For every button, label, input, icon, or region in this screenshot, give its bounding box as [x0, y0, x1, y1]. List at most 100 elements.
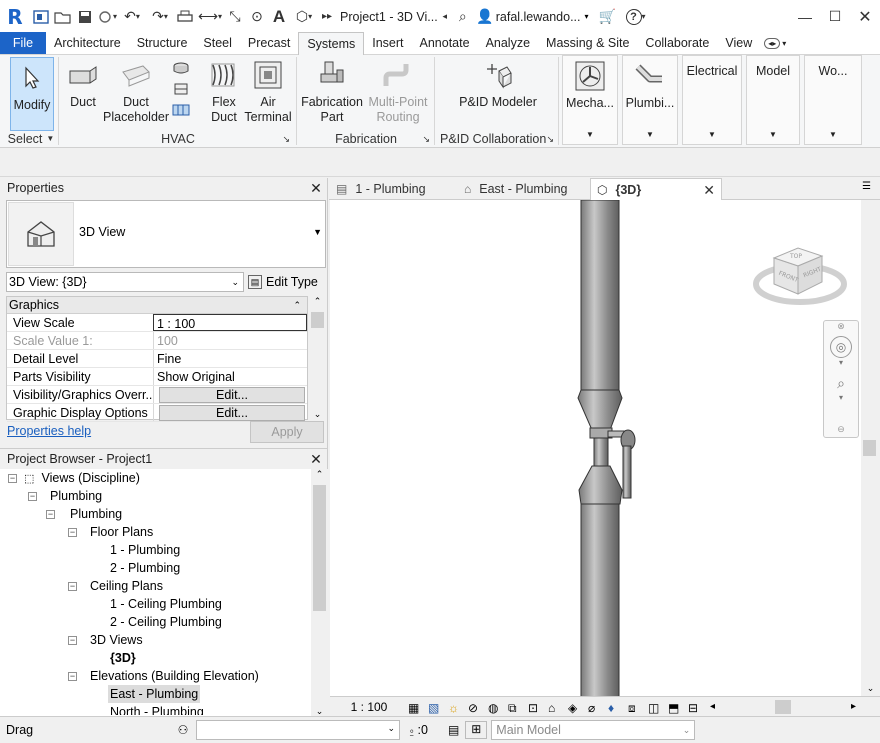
- tree-item-ceiling-plan-2[interactable]: 2 - Ceiling Plumbing: [110, 613, 222, 631]
- work-plane-panel-button[interactable]: Wo... ▼: [804, 55, 862, 145]
- collapse-icon[interactable]: −: [46, 510, 55, 519]
- editable-only-icon[interactable]: ⊞: [465, 721, 488, 739]
- title-scroll-left-icon[interactable]: ◂: [438, 6, 452, 28]
- pid-modeler-button[interactable]: P&ID Modeler: [440, 55, 556, 131]
- navbar-options-icon[interactable]: ⊖: [824, 424, 858, 435]
- flex-duct-button[interactable]: Flex Duct: [204, 55, 244, 131]
- tab-file[interactable]: File: [0, 32, 46, 54]
- shadows-icon[interactable]: ⊘: [468, 701, 482, 715]
- edit-type-button[interactable]: ▤ Edit Type: [248, 272, 318, 292]
- duct-fitting-icon[interactable]: [172, 61, 192, 78]
- reveal-constraints-icon[interactable]: ⊟: [688, 701, 702, 715]
- properties-scrollbar[interactable]: ⌃ ⌄: [309, 296, 326, 420]
- detail-level-icon[interactable]: ▦: [408, 701, 422, 715]
- text-icon[interactable]: A: [268, 6, 290, 28]
- tree-item-north-plumbing[interactable]: North - Plumbing: [110, 703, 204, 715]
- model-panel-button[interactable]: Model ▼: [746, 55, 800, 145]
- print-icon[interactable]: [174, 6, 196, 28]
- pipe-reducer-lower[interactable]: [578, 465, 623, 505]
- plumbing-panel-button[interactable]: Plumbi... ▼: [622, 55, 678, 145]
- tree-item-floor-plans[interactable]: Floor Plans: [90, 523, 153, 541]
- cart-icon[interactable]: 🛒: [597, 6, 619, 28]
- save-icon[interactable]: [74, 6, 96, 28]
- tree-item-east-plumbing[interactable]: East - Plumbing: [108, 685, 201, 703]
- wheel-dropdown-icon[interactable]: ▾: [824, 358, 858, 367]
- tab-precast[interactable]: Precast: [240, 32, 298, 54]
- panel-select[interactable]: Select ▼: [4, 131, 58, 148]
- user-name[interactable]: rafal.lewando...: [496, 10, 581, 24]
- tree-item-plumbing-subdiscipline[interactable]: Plumbing: [70, 505, 122, 523]
- detail-level-value[interactable]: Fine: [153, 350, 307, 367]
- viewcube[interactable]: TOP FRONT RIGHT: [750, 230, 860, 314]
- zoom-dropdown-icon[interactable]: ▾: [824, 393, 858, 402]
- fabrication-part-button[interactable]: Fabrication Part: [300, 55, 364, 131]
- close-window-icon[interactable]: ✕: [850, 6, 880, 28]
- vertical-pipe-upper[interactable]: [580, 200, 620, 391]
- workset-selector[interactable]: ⌄: [196, 720, 400, 740]
- ribbon-minimize-toggle-icon[interactable]: ◂▸ ▾: [760, 32, 790, 54]
- tree-item-floor-plan-1[interactable]: 1 - Plumbing: [110, 541, 180, 559]
- tree-item-elevations[interactable]: Elevations (Building Elevation): [90, 667, 259, 685]
- view-tab-3d[interactable]: ⬡ {3D} ✕: [590, 178, 722, 201]
- tab-steel[interactable]: Steel: [195, 32, 240, 54]
- zoom-region-icon[interactable]: ⌕: [830, 375, 852, 393]
- tab-architecture[interactable]: Architecture: [46, 32, 129, 54]
- properties-help-link[interactable]: Properties help: [7, 424, 91, 438]
- 3d-view-icon[interactable]: ⬡ ▾: [290, 6, 318, 28]
- close-view-tab-icon[interactable]: ✕: [703, 182, 715, 199]
- binoculars-icon[interactable]: ⌕: [452, 6, 474, 28]
- tree-item-3d-default[interactable]: {3D}: [110, 649, 136, 667]
- pipe-reducer-upper[interactable]: [577, 389, 623, 431]
- home-icon[interactable]: [30, 6, 52, 28]
- crop-view-icon[interactable]: ⧉: [508, 701, 522, 715]
- revit-logo[interactable]: R: [0, 5, 30, 29]
- user-dropdown-icon[interactable]: ▾: [585, 12, 589, 21]
- tab-structure[interactable]: Structure: [129, 32, 196, 54]
- visual-style-icon[interactable]: ▧: [428, 701, 442, 715]
- view-scale-input[interactable]: 1 : 100: [153, 314, 307, 331]
- graphic-display-edit-button[interactable]: Edit...: [159, 405, 305, 421]
- graphics-section-header[interactable]: Graphics ⌃: [7, 297, 307, 314]
- render-icon[interactable]: ◍: [488, 701, 502, 715]
- show-crop-icon[interactable]: ⊡: [528, 701, 542, 715]
- editing-requests[interactable]: ⍛:0: [408, 723, 428, 738]
- scroll-left-icon[interactable]: ◂: [710, 701, 715, 712]
- electrical-panel-button[interactable]: Electrical ▼: [682, 55, 742, 145]
- view-tab-east-plumbing[interactable]: ⌂ East - Plumbing: [458, 178, 588, 200]
- reveal-hidden-icon[interactable]: ⌀: [588, 701, 602, 715]
- close-navbar-icon[interactable]: ⊗: [824, 321, 858, 332]
- help-icon[interactable]: ? ▾: [619, 6, 653, 28]
- collapse-icon[interactable]: −: [8, 474, 17, 483]
- sync-icon[interactable]: ▾: [96, 6, 118, 28]
- tag-icon[interactable]: ⊙: [246, 6, 268, 28]
- open-icon[interactable]: [52, 6, 74, 28]
- redo-icon[interactable]: ↷ ▾: [146, 6, 174, 28]
- worksharing-icon[interactable]: ♦: [608, 701, 622, 715]
- canvas-vertical-scrollbar[interactable]: ⌄: [861, 200, 880, 696]
- view-tabs-menu-icon[interactable]: ☰: [862, 181, 871, 192]
- tree-item-views[interactable]: ⬚ Views (Discipline): [24, 469, 140, 487]
- collapse-icon[interactable]: −: [68, 672, 77, 681]
- more-qat-icon[interactable]: ▸▸: [318, 6, 336, 28]
- drawing-canvas[interactable]: TOP FRONT RIGHT ⊗ ◎ ▾ ⌕ ▾ ⊖: [330, 200, 861, 696]
- aligned-dimension-icon[interactable]: ⤡: [224, 6, 246, 28]
- tree-item-plumbing-discipline[interactable]: Plumbing: [50, 487, 102, 505]
- air-terminal-button[interactable]: Air Terminal: [244, 55, 292, 131]
- temporary-view-properties-icon[interactable]: ⧈: [628, 701, 642, 715]
- collapse-icon[interactable]: −: [68, 582, 77, 591]
- mechanical-panel-button[interactable]: Mecha... ▼: [562, 55, 618, 145]
- properties-scroll-thumb[interactable]: [311, 312, 324, 328]
- view-tab-1-plumbing[interactable]: ▤ 1 - Plumbing: [330, 178, 456, 200]
- steering-wheel-icon[interactable]: ◎: [830, 336, 852, 358]
- convert-to-flex-duct-icon[interactable]: [172, 103, 192, 120]
- close-properties-icon[interactable]: ✕: [309, 180, 323, 197]
- browser-scrollbar[interactable]: ⌃ ⌄: [311, 469, 328, 717]
- view-scale-selector[interactable]: 1 : 100: [330, 700, 408, 714]
- sun-path-icon[interactable]: ☼: [448, 701, 462, 715]
- canvas-scroll-thumb[interactable]: [863, 440, 876, 456]
- duct-placeholder-button[interactable]: Duct Placeholder: [103, 55, 169, 131]
- horizontal-scroll-thumb[interactable]: [775, 699, 792, 714]
- instance-selector[interactable]: 3D View: {3D} ⌄: [6, 272, 244, 292]
- highlight-displacement-icon[interactable]: ⬒: [668, 701, 682, 715]
- user-icon[interactable]: 👤: [474, 6, 496, 28]
